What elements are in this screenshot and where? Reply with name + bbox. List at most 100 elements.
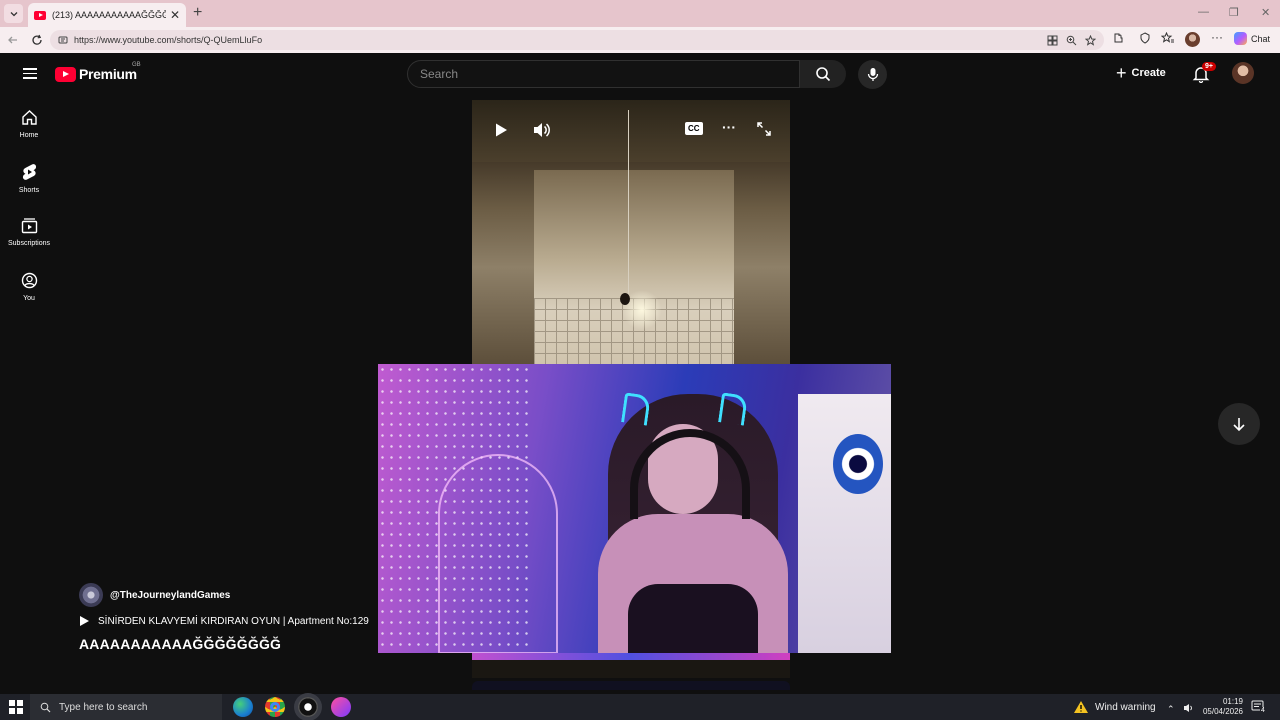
shorts-icon: [22, 164, 36, 180]
minimize-icon[interactable]: —: [1198, 6, 1209, 18]
taskbar-search-placeholder: Type here to search: [59, 701, 148, 713]
captions-button[interactable]: CC: [685, 122, 703, 135]
evil-eye-decoration: [833, 434, 883, 494]
create-label: Create: [1131, 67, 1166, 79]
obs-icon[interactable]: [298, 697, 318, 717]
chrome-icon[interactable]: [265, 697, 285, 717]
clock-date: 05/04/2026: [1202, 707, 1243, 716]
youtube-premium-logo[interactable]: Premium: [55, 66, 137, 82]
browser-tabbar: (213) AAAAAAAAAAAĞĞĞĞĞĞĞĞ ✕ + — ❐ ✕: [0, 0, 1280, 27]
volume-icon[interactable]: [1183, 700, 1194, 718]
streamer: [568, 392, 808, 653]
windows-start-icon[interactable]: [9, 700, 23, 714]
new-tab-button[interactable]: +: [193, 4, 202, 22]
sidebar-item-you[interactable]: You: [3, 272, 55, 302]
webcam-overlay: [378, 364, 891, 653]
favorites-icon[interactable]: [1161, 32, 1174, 44]
next-short-preview[interactable]: [472, 681, 790, 690]
favorite-star-icon[interactable]: [1084, 33, 1097, 51]
copilot-icon: [1234, 32, 1247, 45]
fullscreen-button[interactable]: [757, 122, 771, 136]
youtube-page: Premium GB + Create 9+: [3, 53, 1277, 690]
account-avatar[interactable]: [1232, 62, 1254, 84]
system-tray: ⌃: [1167, 700, 1194, 718]
sidebar-label-you: You: [23, 295, 35, 302]
refresh-icon[interactable]: [30, 33, 44, 47]
search-input[interactable]: [420, 67, 799, 81]
video-title: AAAAAAAAAAAĞĞĞĞĞĞĞĞ: [79, 636, 282, 652]
sidebar-item-shorts[interactable]: Shorts: [3, 163, 55, 194]
tab-close-icon[interactable]: ✕: [170, 9, 180, 21]
subscriptions-icon: [21, 218, 37, 234]
search-icon: [816, 67, 831, 82]
chat-label: Chat: [1251, 33, 1271, 44]
next-video-button[interactable]: [1218, 403, 1260, 445]
address-bar[interactable]: https://www.youtube.com/shorts/Q-QUemLlu…: [50, 30, 1104, 50]
menu-icon[interactable]: [23, 68, 37, 79]
fullscreen-icon: [757, 122, 771, 136]
search-button[interactable]: [800, 60, 846, 88]
sidebar-item-home[interactable]: Home: [3, 109, 55, 139]
zoom-icon[interactable]: [1066, 33, 1077, 51]
notification-badge: 9+: [1202, 62, 1216, 71]
youtube-logo-icon: [55, 66, 76, 82]
sidebar-label-home: Home: [19, 132, 39, 139]
channel-avatar[interactable]: [79, 583, 103, 607]
captions-icon: CC: [685, 122, 703, 135]
site-info-icon: [58, 36, 68, 44]
windows-taskbar: Type here to search Wind warning ⌃ 01:19…: [0, 694, 1280, 720]
notification-center-icon[interactable]: 4: [1251, 700, 1266, 719]
playlist-link[interactable]: SİNİRDEN KLAVYEMİ KIRDIRAN OYUN | Apartm…: [79, 615, 369, 627]
sidebar-label-shorts: Shorts: [18, 187, 40, 194]
search-box: [407, 60, 800, 88]
browser-tab-youtube[interactable]: (213) AAAAAAAAAAAĞĞĞĞĞĞĞĞ ✕: [28, 3, 186, 27]
chevron-down-icon: [10, 11, 17, 16]
extensions-icon[interactable]: [1112, 32, 1124, 44]
messenger-icon[interactable]: [331, 697, 351, 717]
volume-icon: [534, 123, 550, 137]
tab-list-button[interactable]: [4, 4, 23, 23]
weather-text: Wind warning: [1095, 701, 1156, 713]
tab-title: (213) AAAAAAAAAAAĞĞĞĞĞĞĞĞ: [52, 10, 166, 20]
home-icon: [21, 110, 37, 125]
profile-avatar[interactable]: [1185, 32, 1200, 47]
clock-time: 01:19: [1222, 697, 1243, 706]
app-available-icon[interactable]: [1047, 33, 1058, 51]
close-window-icon[interactable]: ✕: [1261, 6, 1270, 19]
browser-toolbar: https://www.youtube.com/shorts/Q-QUemLlu…: [0, 27, 1280, 53]
logo-text: Premium: [79, 66, 137, 82]
sidebar-label-subscriptions: Subscriptions: [7, 240, 51, 247]
more-icon[interactable]: ···: [722, 119, 736, 135]
playlist-title: SİNİRDEN KLAVYEMİ KIRDIRAN OYUN | Apartm…: [98, 615, 369, 627]
region-code: GB: [132, 62, 141, 68]
voice-search-button[interactable]: [858, 60, 887, 89]
create-button[interactable]: + Create: [1116, 63, 1166, 83]
plus-icon: +: [1116, 63, 1127, 83]
volume-button[interactable]: [533, 122, 551, 138]
browser-essentials-icon[interactable]: [1139, 32, 1151, 44]
copilot-chat-button[interactable]: Chat: [1234, 32, 1270, 45]
more-options-icon[interactable]: ···: [1211, 30, 1223, 44]
play-icon: [496, 123, 507, 137]
taskbar-search[interactable]: Type here to search: [30, 694, 222, 720]
you-icon: [21, 272, 37, 289]
system-clock[interactable]: 01:19 05/04/2026: [1199, 697, 1243, 717]
notification-count: 4: [1260, 707, 1266, 714]
maximize-icon[interactable]: ❐: [1229, 6, 1239, 19]
video-frame: [472, 100, 790, 370]
search-icon: [40, 702, 51, 712]
play-icon: [80, 616, 89, 626]
youtube-favicon-icon: [34, 10, 46, 20]
sidebar-item-subscriptions[interactable]: Subscriptions: [3, 217, 55, 247]
edge-icon[interactable]: [233, 697, 253, 717]
microphone-icon: [867, 68, 878, 81]
youtube-header: Premium GB + Create 9+: [3, 53, 1277, 95]
weather-widget[interactable]: Wind warning: [1073, 700, 1156, 714]
back-icon[interactable]: [6, 33, 20, 47]
play-button[interactable]: [493, 122, 509, 138]
channel-info[interactable]: @TheJourneylandGames: [79, 583, 230, 607]
warning-icon: [1074, 701, 1088, 713]
arrow-down-icon: [1233, 418, 1245, 432]
chevron-up-icon[interactable]: ⌃: [1167, 704, 1175, 715]
channel-name[interactable]: @TheJourneylandGames: [110, 590, 230, 601]
